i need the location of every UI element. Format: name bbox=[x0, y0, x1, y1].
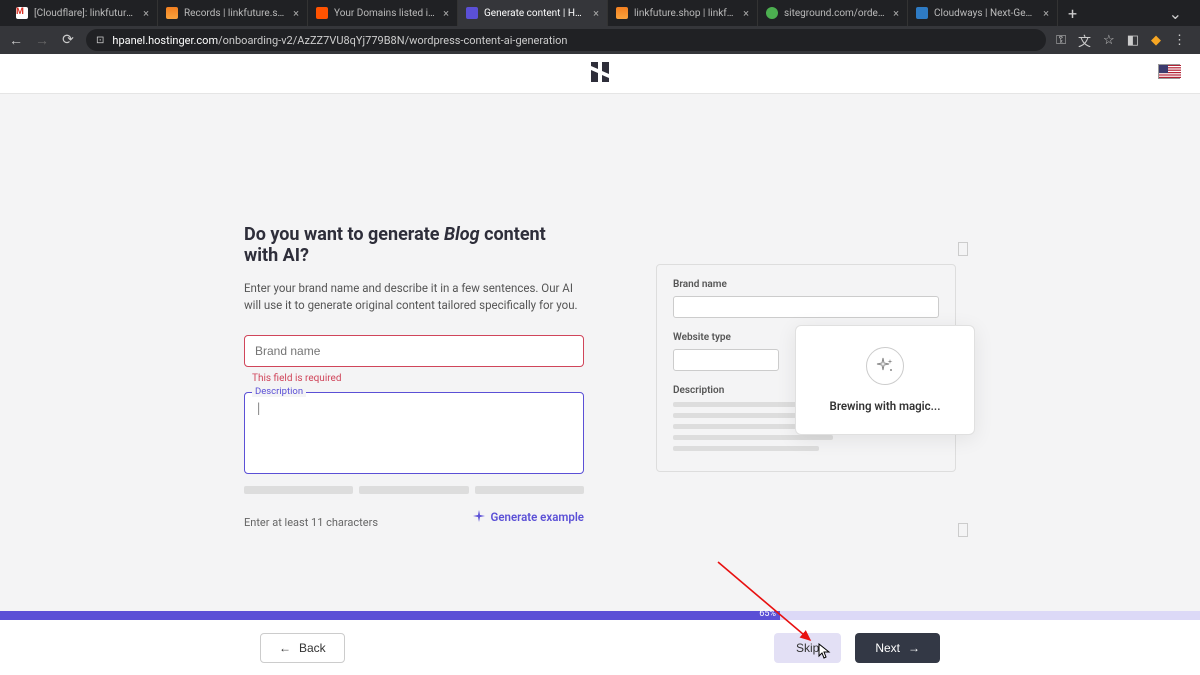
extension-icon[interactable]: ◧ bbox=[1127, 33, 1139, 48]
tab-strip: M[Cloudflare]: linkfuture.shop |× Record… bbox=[0, 0, 1200, 26]
close-icon[interactable]: × bbox=[293, 7, 299, 20]
description-label: Description bbox=[252, 386, 306, 397]
close-icon[interactable]: × bbox=[893, 7, 899, 20]
progress-percent: 65% bbox=[759, 609, 776, 619]
browser-tab[interactable]: Cloudways | Next-Gen Cloud× bbox=[908, 0, 1058, 26]
close-icon[interactable]: × bbox=[143, 7, 149, 20]
page-header bbox=[0, 54, 1200, 94]
preview-type-input bbox=[673, 349, 779, 371]
translate-icon[interactable]: 文 bbox=[1078, 31, 1091, 50]
site-info-icon[interactable]: ⊡ bbox=[96, 35, 104, 46]
menu-icon[interactable]: ⋮ bbox=[1173, 33, 1186, 48]
page-subtitle: Enter your brand name and describe it in… bbox=[244, 280, 584, 315]
brand-name-input[interactable] bbox=[244, 335, 584, 367]
main-content: Do you want to generate Blog content wit… bbox=[0, 94, 1200, 529]
skip-button[interactable]: Skip bbox=[774, 633, 841, 663]
back-nav-icon[interactable]: ← bbox=[8, 32, 24, 49]
preview-brand-label: Brand name bbox=[673, 279, 939, 290]
arrow-right-icon: → bbox=[908, 641, 920, 655]
close-icon[interactable]: × bbox=[443, 7, 449, 20]
browser-tab[interactable]: Records | linkfuture.shop | M× bbox=[158, 0, 308, 26]
brewing-overlay: Brewing with magic... bbox=[795, 325, 975, 435]
progress-bar: 65% bbox=[0, 611, 1200, 620]
forward-nav-icon: → bbox=[34, 32, 50, 49]
browser-chrome: M[Cloudflare]: linkfuture.shop |× Record… bbox=[0, 0, 1200, 54]
profile-icon[interactable]: ◆ bbox=[1151, 33, 1161, 48]
suggestion-skeletons bbox=[244, 486, 584, 494]
address-bar: ← → ⟳ ⊡ hpanel.hostinger.com/onboarding-… bbox=[0, 26, 1200, 54]
char-hint: Enter at least 11 characters bbox=[244, 516, 378, 529]
hostinger-logo-icon[interactable] bbox=[591, 62, 609, 86]
url-input[interactable]: ⊡ hpanel.hostinger.com/onboarding-v2/AzZ… bbox=[86, 29, 1046, 51]
reload-icon[interactable]: ⟳ bbox=[60, 32, 76, 48]
chevron-down-icon[interactable]: ⌄ bbox=[1169, 4, 1182, 23]
browser-tab[interactable]: siteground.com/order-verific× bbox=[758, 0, 908, 26]
page-title: Do you want to generate Blog content wit… bbox=[244, 224, 584, 266]
arrow-left-icon: ← bbox=[279, 641, 291, 655]
close-icon[interactable]: × bbox=[1043, 7, 1049, 20]
close-icon[interactable]: × bbox=[743, 7, 749, 20]
language-flag-us[interactable] bbox=[1158, 64, 1180, 79]
footer-nav: ← Back Skip Next → bbox=[0, 620, 1200, 675]
browser-tab[interactable]: Your Domains listed in one pl× bbox=[308, 0, 458, 26]
generate-example-button[interactable]: Generate example bbox=[473, 510, 584, 525]
browser-tab-active[interactable]: Generate content | Hostinger× bbox=[458, 0, 608, 26]
preview-pane: Brand name Website type Description Brew… bbox=[656, 224, 956, 529]
close-icon[interactable]: × bbox=[593, 7, 599, 20]
brand-error-text: This field is required bbox=[252, 373, 584, 384]
browser-tab[interactable]: linkfuture.shop | linkfuture.sh× bbox=[608, 0, 758, 26]
sparkle-icon bbox=[473, 510, 485, 525]
key-icon[interactable]: ⚿ bbox=[1056, 33, 1066, 48]
next-button[interactable]: Next → bbox=[855, 633, 940, 663]
new-tab-button[interactable]: + bbox=[1058, 4, 1087, 23]
bookmark-icon[interactable]: ☆ bbox=[1103, 33, 1115, 48]
sparkle-icon bbox=[866, 347, 904, 385]
description-textarea[interactable]: | bbox=[244, 392, 584, 474]
brewing-text: Brewing with magic... bbox=[830, 399, 941, 413]
browser-tab[interactable]: M[Cloudflare]: linkfuture.shop |× bbox=[8, 0, 158, 26]
preview-brand-input bbox=[673, 296, 939, 318]
back-button[interactable]: ← Back bbox=[260, 633, 345, 663]
